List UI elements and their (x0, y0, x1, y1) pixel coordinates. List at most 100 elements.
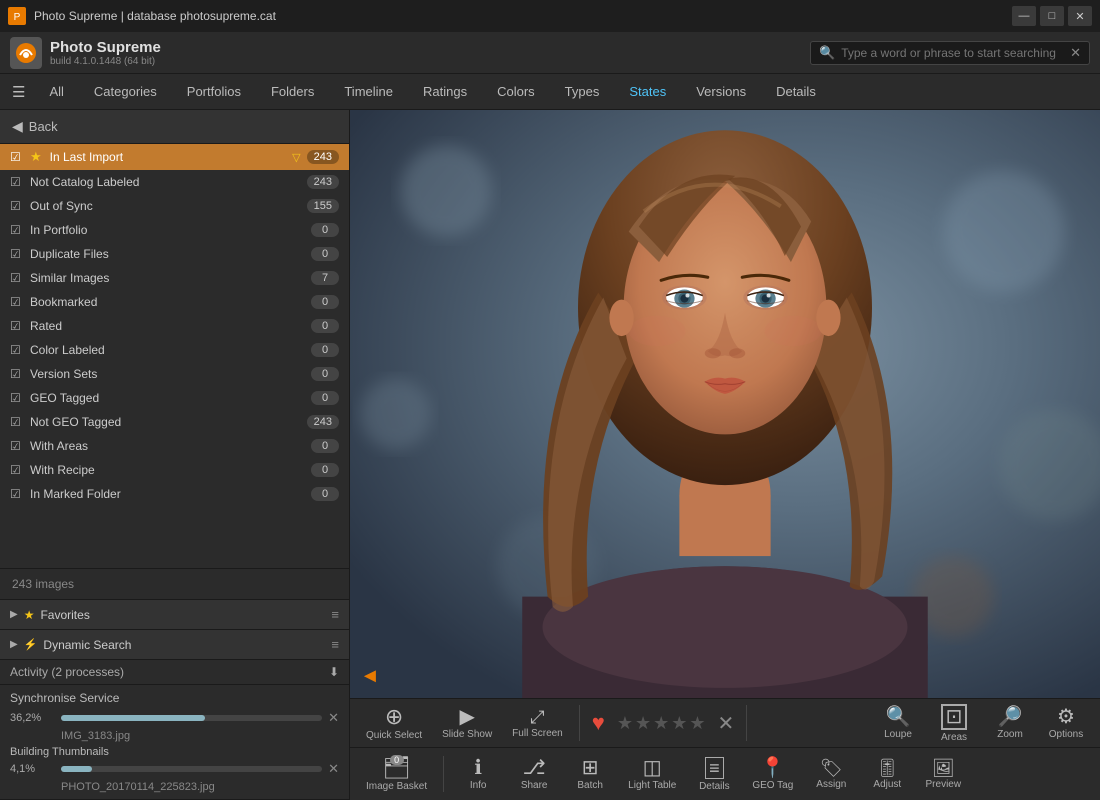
quick-select-button[interactable]: ⊕ Quick Select (358, 702, 430, 745)
dynamic-search-label: Dynamic Search (43, 638, 325, 652)
state-item-in-marked-folder[interactable]: ☑In Marked Folder0 (0, 482, 349, 506)
state-item-rated[interactable]: ☑Rated0 (0, 314, 349, 338)
nav-tab-types[interactable]: Types (551, 78, 614, 105)
areas-button[interactable]: ⊡ Areas (928, 700, 980, 747)
rating-area: ♥ (588, 706, 609, 740)
state-label: Version Sets (30, 367, 305, 381)
full-screen-button[interactable]: ⤢ Full Screen (504, 704, 571, 743)
back-button[interactable]: ◀ Back (0, 110, 349, 144)
search-icon: 🔍 (819, 45, 835, 61)
logo-area: Photo Supreme build 4.1.0.1448 (64 bit) (10, 37, 161, 69)
photo-area: ◄ (350, 110, 1100, 698)
basket-badge: 🗂 0 (383, 757, 411, 779)
nav-tab-all[interactable]: All (35, 78, 77, 105)
favorites-expand-icon: ▶ (10, 609, 18, 620)
dynamic-search-section[interactable]: ▶ ⚡ Dynamic Search ≡ (0, 630, 349, 660)
share-button[interactable]: ⎇ Share (508, 754, 560, 795)
state-item-in-last-import[interactable]: ☑★In Last Import▽243 (0, 144, 349, 170)
state-count: 155 (307, 199, 339, 213)
state-label: In Portfolio (30, 223, 305, 237)
nav-hamburger[interactable]: ☰ (4, 79, 33, 105)
state-item-geo-tagged[interactable]: ☑GEO Tagged0 (0, 386, 349, 410)
search-input[interactable] (841, 46, 1064, 60)
state-item-similar-images[interactable]: ☑Similar Images7 (0, 266, 349, 290)
state-check-icon: ☑ (10, 271, 24, 285)
star-2[interactable]: ★ (635, 713, 651, 734)
star-5[interactable]: ★ (689, 713, 705, 734)
dynamic-search-menu-icon[interactable]: ≡ (331, 637, 339, 652)
star-1[interactable]: ★ (617, 713, 633, 734)
nav-tab-ratings[interactable]: Ratings (409, 78, 481, 105)
search-clear-icon[interactable]: ✕ (1070, 45, 1081, 61)
image-basket-button[interactable]: 🗂 0 Image Basket (358, 753, 435, 796)
state-count: 7 (311, 271, 339, 285)
minimize-button[interactable]: — (1012, 6, 1036, 26)
light-table-icon: ◫ (643, 758, 662, 778)
details-label: Details (699, 781, 730, 792)
image-count: 243 images (0, 568, 349, 599)
nav-tab-folders[interactable]: Folders (257, 78, 328, 105)
adjust-label: Adjust (873, 779, 901, 790)
image-basket-label: Image Basket (366, 781, 427, 792)
progress-1-cancel-icon[interactable]: ✕ (328, 710, 339, 726)
loupe-icon: 🔍 (886, 707, 911, 727)
state-label: Rated (30, 319, 305, 333)
favorites-menu-icon[interactable]: ≡ (331, 607, 339, 622)
nav-tab-portfolios[interactable]: Portfolios (173, 78, 255, 105)
nav-tab-categories[interactable]: Categories (80, 78, 171, 105)
activity-download-icon[interactable]: ⬇ (329, 665, 339, 679)
maximize-button[interactable]: □ (1040, 6, 1064, 26)
share-label: Share (521, 780, 548, 791)
zoom-button[interactable]: 🔎 Zoom (984, 703, 1036, 744)
state-item-version-sets[interactable]: ☑Version Sets0 (0, 362, 349, 386)
areas-icon: ⊡ (941, 704, 968, 730)
state-item-with-recipe[interactable]: ☑With Recipe0 (0, 458, 349, 482)
state-item-out-of-sync[interactable]: ☑ Out of Sync 155 (0, 194, 349, 218)
state-count: 0 (311, 439, 339, 453)
adjust-button[interactable]: 🎚 Adjust (861, 755, 913, 794)
state-item-duplicate-files[interactable]: ☑Duplicate Files0 (0, 242, 349, 266)
favorites-star-icon: ★ (24, 608, 35, 622)
details-button[interactable]: ≡ Details (688, 753, 740, 796)
state-label: Out of Sync (30, 199, 301, 213)
content-area: ◄ ⊕ Quick Select ▶ Slide Show ⤢ Full Scr… (350, 110, 1100, 800)
progress-2-cancel-icon[interactable]: ✕ (328, 761, 339, 777)
state-item-bookmarked[interactable]: ☑Bookmarked0 (0, 290, 349, 314)
options-icon: ⚙ (1057, 707, 1075, 727)
options-button[interactable]: ⚙ Options (1040, 703, 1092, 744)
light-table-button[interactable]: ◫ Light Table (620, 754, 684, 795)
assign-button[interactable]: 🏷 Assign (805, 755, 857, 794)
nav-tab-versions[interactable]: Versions (682, 78, 760, 105)
progress-row-1: 36,2% ✕ (10, 710, 339, 726)
info-label: Info (470, 780, 487, 791)
favorites-section[interactable]: ▶ ★ Favorites ≡ (0, 600, 349, 630)
preview-button[interactable]: 🖼 Preview (917, 755, 969, 794)
nav-tab-details[interactable]: Details (762, 78, 830, 105)
state-check-icon: ☑ (10, 367, 24, 381)
options-label: Options (1049, 729, 1083, 740)
loupe-button[interactable]: 🔍 Loupe (872, 703, 924, 744)
state-check-icon: ☑ (10, 199, 24, 213)
state-check-icon: ☑ (10, 391, 24, 405)
state-check-icon: ☑ (10, 343, 24, 357)
geo-tag-button[interactable]: 📍 GEO Tag (744, 754, 801, 795)
assign-icon: 🏷 (820, 759, 843, 777)
progress-bar-bg-2 (61, 766, 322, 772)
state-item-not-geo-tagged[interactable]: ☑Not GEO Tagged243 (0, 410, 349, 434)
close-button[interactable]: ✕ (1068, 6, 1092, 26)
heart-rating[interactable]: ♥ (592, 710, 605, 736)
state-item-not-catalog-labeled[interactable]: ☑Not Catalog Labeled243 (0, 170, 349, 194)
nav-tab-states[interactable]: States (615, 78, 680, 105)
slide-show-button[interactable]: ▶ Slide Show (434, 703, 500, 744)
state-item-color-labeled[interactable]: ☑Color Labeled0 (0, 338, 349, 362)
star-4[interactable]: ★ (671, 713, 687, 734)
reject-button[interactable]: ✕ (718, 711, 735, 736)
nav-tab-colors[interactable]: Colors (483, 78, 549, 105)
star-3[interactable]: ★ (653, 713, 669, 734)
info-button[interactable]: ℹ Info (452, 754, 504, 795)
search-bar[interactable]: 🔍 ✕ (810, 41, 1090, 65)
state-item-in-portfolio[interactable]: ☑In Portfolio0 (0, 218, 349, 242)
batch-button[interactable]: ⊞ Batch (564, 754, 616, 795)
nav-tab-timeline[interactable]: Timeline (330, 78, 407, 105)
state-item-with-areas[interactable]: ☑With Areas0 (0, 434, 349, 458)
